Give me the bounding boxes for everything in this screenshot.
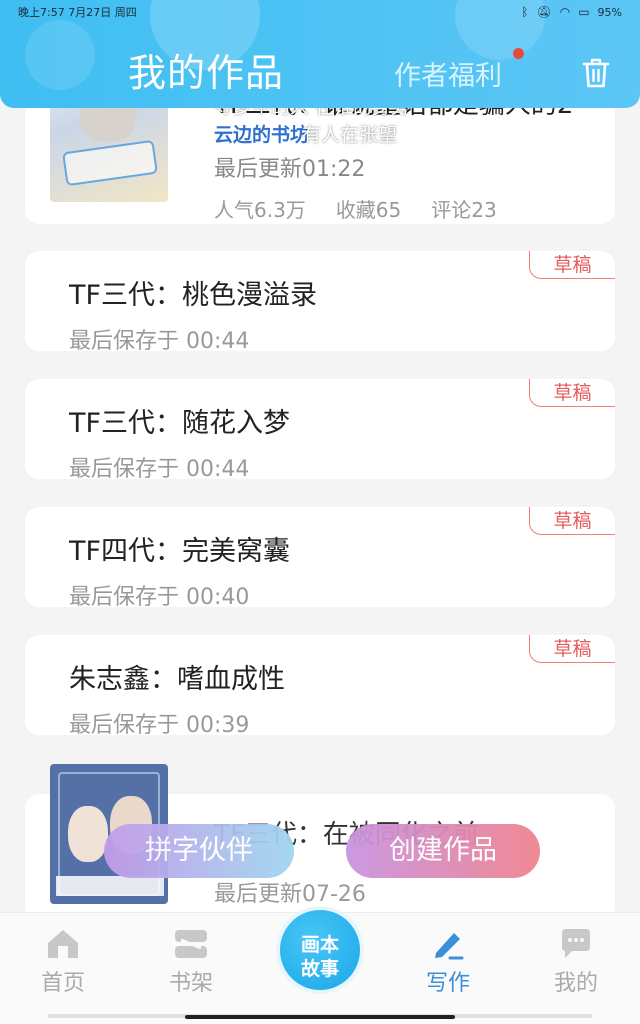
nav-bookshelf[interactable]: 书架 (146, 913, 236, 1013)
last-updated: 最后更新01:22 (214, 157, 366, 182)
author-welfare-tab[interactable]: 作者福利 (394, 54, 502, 93)
app-header: 晚上7:57 7月27日 周四 ᛒ 🔕︎ ◠ ▭ 95% 我的作品 作者福利 (0, 0, 640, 108)
page-title: 我的作品 (128, 51, 285, 95)
battery-icon: ▭ (578, 5, 590, 19)
cover-title-art (62, 139, 158, 187)
draft-title: TF三代：随花入梦 (69, 408, 291, 439)
header-decoration (25, 20, 95, 90)
draft-badge: 草稿 (529, 635, 615, 663)
draft-saved-time: 最后保存于 00:40 (69, 585, 250, 610)
picture-story-button[interactable]: 画本 故事 (276, 906, 364, 994)
cover-figure (68, 806, 108, 862)
center-label-line2: 故事 (300, 958, 339, 980)
nav-label: 我的 (553, 971, 598, 996)
nav-home[interactable]: 首页 (18, 913, 108, 1013)
comments-count: 评论23 (431, 198, 497, 222)
status-time-date: 晚上7:57 7月27日 周四 (18, 6, 137, 19)
nav-label: 首页 (40, 971, 85, 996)
favorites-count: 收藏65 (335, 198, 402, 222)
draft-card[interactable]: 草稿 TF四代：完美窝囊 最后保存于 00:40 (25, 507, 615, 610)
bluetooth-icon: ᛒ (521, 5, 529, 19)
draft-saved-time: 最后保存于 00:39 (69, 713, 250, 738)
nav-label: 书架 (168, 971, 213, 996)
notification-dot (513, 48, 524, 59)
work-stats: 人气6.3万 收藏65 评论23 (214, 194, 497, 223)
home-indicator[interactable] (185, 1015, 455, 1019)
word-partner-button[interactable]: 拼字伙伴 (104, 824, 294, 878)
battery-level: 95% (597, 5, 622, 19)
draft-saved-time: 最后保存于 00:44 (69, 457, 250, 482)
draft-badge: 草稿 (529, 251, 615, 279)
draft-card[interactable]: 草稿 TF三代：桃色漫溢录 最后保存于 00:44 (25, 251, 615, 354)
center-label-line1: 画本 (300, 934, 339, 956)
nav-mine[interactable]: 我的 (531, 913, 621, 1013)
wifi-icon: ◠ (559, 5, 571, 19)
bookshop-note: 有人在张望 (302, 124, 398, 146)
last-updated: 最后更新07-26 (214, 882, 366, 907)
draft-badge: 草稿 (529, 379, 615, 407)
draft-saved-time: 最后保存于 00:44 (69, 329, 250, 354)
nav-write[interactable]: 写作 (403, 913, 493, 1013)
works-list: TF三代：谁说童话都是骗人的2 寻梦中的人 在谁的身旁 云边的书坊 有人在张望 … (0, 0, 640, 1024)
nav-label: 写作 (425, 971, 470, 996)
draft-card[interactable]: 草稿 朱志鑫：嗜血成性 最后保存于 00:39 (25, 635, 615, 738)
mute-icon: 🔕︎ (536, 5, 552, 19)
draft-title: TF三代：桃色漫溢录 (69, 280, 318, 311)
trash-icon[interactable] (581, 57, 611, 89)
pen-icon (435, 933, 464, 960)
home-icon (48, 930, 78, 958)
chat-bubble-icon (562, 929, 590, 958)
popularity-count: 人气6.3万 (214, 198, 306, 222)
create-work-button[interactable]: 创建作品 (346, 824, 540, 878)
status-icons: ᛒ 🔕︎ ◠ ▭ 95% (521, 5, 622, 19)
draft-title: TF四代：完美窝囊 (69, 536, 291, 567)
bookshop-tag: 云边的书坊 (214, 120, 310, 147)
draft-title: 朱志鑫：嗜血成性 (69, 664, 285, 695)
draft-card[interactable]: 草稿 TF三代：随花入梦 最后保存于 00:44 (25, 379, 615, 482)
bookshelf-icon (175, 930, 207, 958)
draft-badge: 草稿 (529, 507, 615, 535)
cover-title-art (56, 876, 164, 896)
status-bar: 晚上7:57 7月27日 周四 ᛒ 🔕︎ ◠ ▭ 95% (0, 0, 640, 24)
